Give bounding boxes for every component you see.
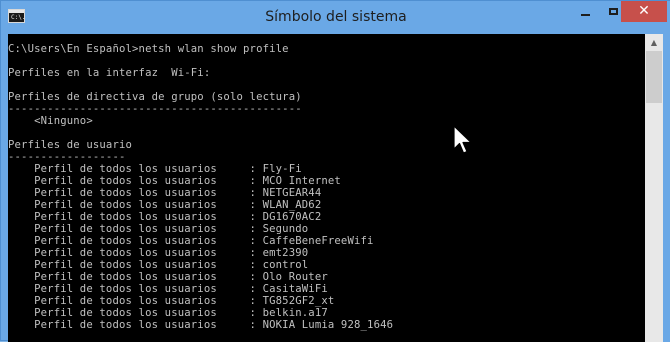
vertical-scrollbar[interactable]: ▲	[645, 34, 663, 342]
console-line: Perfil de todos los usuarios : Segundo	[8, 223, 309, 235]
title-bar[interactable]: C:\. Símbolo del sistema ✕	[1, 1, 670, 34]
console-line: Perfiles en la interfaz Wi-Fi:	[8, 67, 211, 79]
console-line: Perfil de todos los usuarios : WLAN_AD62	[8, 199, 322, 211]
console-line: Perfil de todos los usuarios : NOKIA Lum…	[8, 319, 394, 331]
console-line: <Ninguno>	[8, 115, 93, 127]
console-line: Perfil de todos los usuarios : MCO Inter…	[8, 175, 341, 187]
minimize-icon	[581, 13, 590, 16]
close-button[interactable]: ✕	[621, 1, 667, 22]
scroll-up-icon[interactable]: ▲	[645, 34, 663, 51]
console-line: Perfil de todos los usuarios : DG1670AC2	[8, 211, 322, 223]
console-line: Perfil de todos los usuarios : CasitaWiF…	[8, 283, 328, 295]
console-line: Perfil de todos los usuarios : TG852GF2_…	[8, 295, 335, 307]
close-icon: ✕	[638, 3, 650, 19]
console-output[interactable]: C:\Users\En Español>netsh wlan show prof…	[8, 34, 645, 342]
console-line: Perfil de todos los usuarios : emt2390	[8, 247, 309, 259]
console-line: Perfiles de usuario	[8, 139, 133, 151]
mouse-pointer-icon	[453, 125, 472, 154]
console-line: C:\Users\En Español>netsh wlan show prof…	[8, 43, 289, 55]
minimize-button[interactable]	[571, 1, 600, 22]
console-window: C:\. Símbolo del sistema ✕ C:\Users\En E…	[0, 0, 670, 342]
window-border	[663, 34, 670, 342]
console-line: Perfil de todos los usuarios : Fly-Fi	[8, 163, 302, 175]
console-line: ------------------	[8, 151, 126, 163]
window-title: Símbolo del sistema	[265, 9, 407, 25]
console-line: ----------------------------------------…	[8, 103, 302, 115]
maximize-icon	[609, 8, 618, 15]
console-line: Perfiles de directiva de grupo (solo lec…	[8, 91, 302, 103]
console-line: Perfil de todos los usuarios : CaffeBene…	[8, 235, 374, 247]
scroll-thumb[interactable]	[646, 51, 662, 103]
console-line: Perfil de todos los usuarios : Olo Route…	[8, 271, 328, 283]
console-line: Perfil de todos los usuarios : belkin.a1…	[8, 307, 328, 319]
console-line: Perfil de todos los usuarios : NETGEAR44	[8, 187, 322, 199]
console-line: Perfil de todos los usuarios : control	[8, 259, 309, 271]
